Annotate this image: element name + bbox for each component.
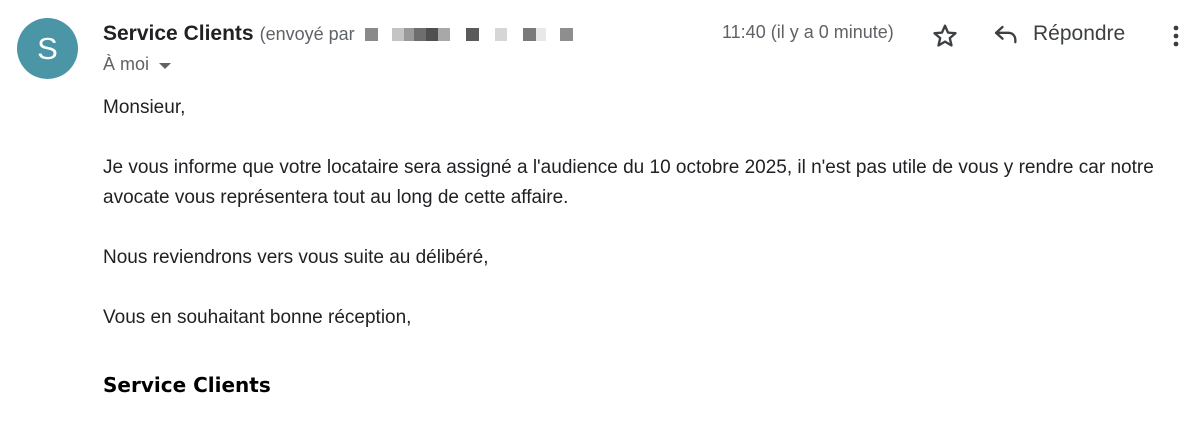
sender-name[interactable]: Service Clients xyxy=(103,22,254,46)
recipient-dropdown[interactable]: À moi xyxy=(103,54,172,75)
reply-button[interactable]: Répondre xyxy=(992,18,1125,50)
message-body: Monsieur, Je vous informe que votre loca… xyxy=(103,93,1183,399)
avatar-letter: S xyxy=(37,30,58,66)
reply-icon xyxy=(994,25,1017,44)
follow-up-paragraph: Nous reviendrons vers vous suite au déli… xyxy=(103,247,489,268)
redacted-sender-address xyxy=(364,27,573,41)
caret-down-icon[interactable] xyxy=(159,62,172,69)
greeting: Monsieur, xyxy=(103,97,186,118)
sender-line: Service Clients (envoyé par xyxy=(103,20,573,48)
timestamp: 11:40 (il y a 0 minute) xyxy=(722,22,894,42)
sent-by-label: (envoyé par xyxy=(259,23,355,44)
reply-label: Répondre xyxy=(1033,22,1126,45)
email-message: S Service Clients (envoyé par À moi 11:4… xyxy=(0,0,1200,421)
main-paragraph: Je vous informe que votre locataire sera… xyxy=(103,157,1154,208)
signature: Service Clients xyxy=(103,373,271,397)
recipient-label: À moi xyxy=(103,54,150,74)
more-options-icon[interactable] xyxy=(1166,22,1186,50)
closing-line: Vous en souhaitant bonne réception, xyxy=(103,307,412,328)
star-icon[interactable] xyxy=(931,22,959,50)
avatar[interactable]: S xyxy=(17,18,78,79)
